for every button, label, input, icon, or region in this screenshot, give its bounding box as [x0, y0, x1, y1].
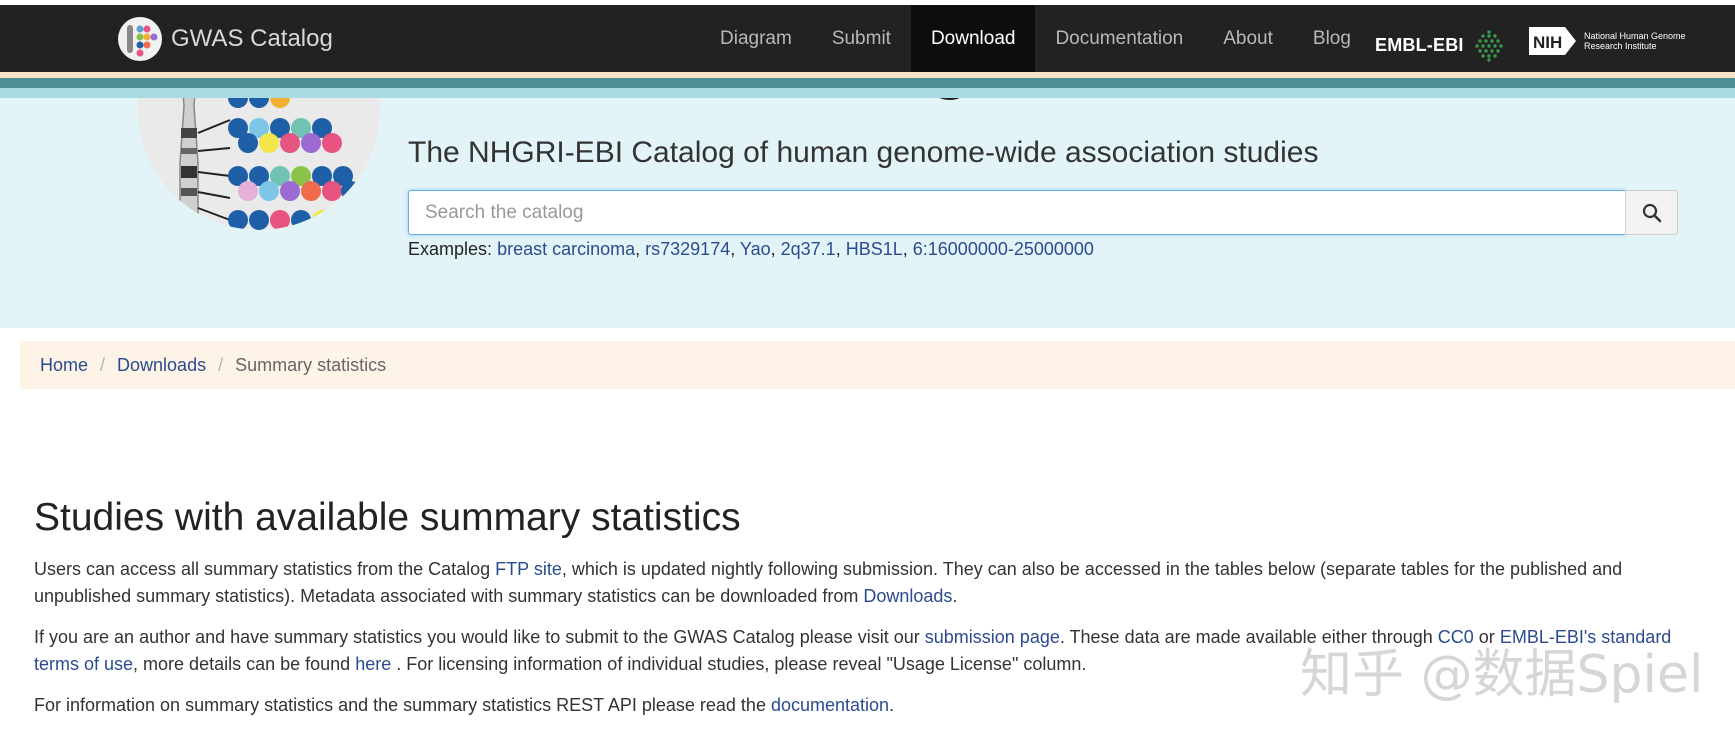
search-icon — [1642, 203, 1661, 222]
example-link[interactable]: HBS1L — [846, 239, 903, 259]
nav-about[interactable]: About — [1203, 5, 1293, 72]
here-link[interactable]: here — [355, 654, 391, 674]
paragraph-text: If you are an author and have summary st… — [34, 627, 925, 647]
ftp-site-link[interactable]: FTP site — [495, 559, 562, 579]
breadcrumb-separator: / — [100, 354, 106, 375]
paragraph-text: . — [952, 586, 958, 606]
paragraph-text: , more details can be found — [133, 654, 356, 674]
examples-label: Examples: — [408, 239, 493, 259]
embl-ebi-dots-icon — [1474, 30, 1503, 62]
paragraph-text: . — [889, 695, 895, 715]
svg-text:NIH: NIH — [1533, 33, 1562, 52]
intro-paragraph: Users can access all summary statistics … — [34, 556, 1622, 610]
nav-documentation[interactable]: Documentation — [1035, 5, 1203, 72]
hero-banner: The NHGRI-EBI Catalog of human genome-wi… — [0, 98, 1735, 328]
example-link[interactable]: breast carcinoma — [497, 239, 635, 259]
paragraph-text: For information on summary statistics an… — [34, 695, 771, 715]
nav-diagram[interactable]: Diagram — [700, 5, 812, 72]
brand-link[interactable]: GWAS Catalog — [118, 17, 333, 61]
nih-name-line1: National Human Genome — [1584, 31, 1686, 41]
breadcrumb: Home / Downloads / Summary statistics — [20, 341, 1735, 389]
documentation-link[interactable]: documentation — [771, 695, 889, 715]
example-link[interactable]: 6:16000000-25000000 — [913, 239, 1094, 259]
search-bar — [408, 190, 1678, 235]
watermark-text: 知乎 @数据Spiel — [1300, 645, 1704, 705]
nih-badge-icon: NIH — [1528, 25, 1578, 57]
api-paragraph: For information on summary statistics an… — [34, 692, 894, 719]
nih-name-line2: Research Institute — [1584, 41, 1657, 51]
breadcrumb-home[interactable]: Home — [40, 355, 88, 376]
gwas-diagram-logo-icon — [138, 98, 380, 230]
navbar: GWAS Catalog Diagram Submit Download Doc… — [0, 5, 1735, 72]
breadcrumb-current: Summary statistics — [235, 354, 387, 375]
breadcrumb-downloads[interactable]: Downloads — [117, 355, 206, 376]
search-examples: Examples: breast carcinoma, rs7329174, Y… — [408, 239, 1094, 259]
nav-download[interactable]: Download — [910, 5, 1036, 72]
hero-tagline: The NHGRI-EBI Catalog of human genome-wi… — [408, 136, 1319, 169]
main-nav: Diagram Submit Download Documentation Ab… — [700, 5, 1371, 72]
nav-blog[interactable]: Blog — [1293, 5, 1371, 72]
paragraph-text: . For licensing information of individua… — [391, 654, 1087, 674]
paragraph-text: unpublished summary statistics). Metadat… — [34, 586, 864, 606]
terms-of-use-link[interactable]: terms of use — [34, 654, 133, 674]
search-input[interactable] — [408, 190, 1625, 235]
gwas-logo-icon — [118, 17, 162, 61]
breadcrumb-separator: / — [218, 354, 224, 375]
paragraph-text: Users can access all summary statistics … — [34, 559, 496, 579]
brand-title: GWAS Catalog — [171, 25, 333, 52]
page-title: Studies with available summary statistic… — [34, 496, 741, 539]
example-link[interactable]: rs7329174 — [645, 239, 730, 259]
submission-page-link[interactable]: submission page — [925, 627, 1060, 647]
header-stripe — [0, 88, 1735, 98]
partial-logo-letter-icon — [939, 98, 960, 101]
nih-institute-name: National Human Genome Research Institute — [1584, 31, 1686, 51]
search-button[interactable] — [1625, 190, 1678, 235]
header-stripe — [0, 78, 1735, 88]
paragraph-text: , which is updated nightly following sub… — [561, 559, 1623, 579]
example-link[interactable]: Yao — [740, 239, 771, 259]
example-link[interactable]: 2q37.1 — [781, 239, 836, 259]
embl-ebi-label: EMBL-EBI — [1375, 34, 1464, 55]
embl-ebi-logo[interactable]: EMBL-EBI — [1375, 27, 1507, 63]
nav-submit[interactable]: Submit — [812, 5, 911, 72]
nih-logo[interactable]: NIH National Human Genome Research Insti… — [1528, 25, 1686, 57]
downloads-link[interactable]: Downloads — [863, 586, 952, 606]
